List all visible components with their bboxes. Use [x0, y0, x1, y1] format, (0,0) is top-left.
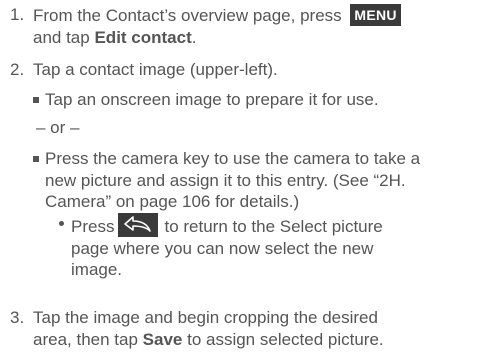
line: Camera” on page 106 for details.): [45, 192, 300, 211]
edit-contact-label: Edit contact: [94, 27, 192, 47]
sub-text: Tap an onscreen image to prepare it for …: [45, 90, 379, 109]
line: Press the camera key to use the camera t…: [45, 149, 421, 168]
instructions-page: 1. From the Contact’s overview page, pre…: [0, 0, 485, 364]
or-separator: – or –: [36, 118, 80, 137]
round-bullet-icon: [59, 221, 64, 226]
sub-text: Press the camera key to use the camera t…: [45, 148, 483, 213]
step-3: 3. Tap the image and begin cropping the …: [10, 307, 480, 350]
menu-key: MENU: [350, 4, 401, 26]
dot-item-back: Press to return to the Select picture pag…: [58, 213, 483, 281]
sub-item-onscreen-image: Tap an onscreen image to prepare it for …: [33, 89, 483, 111]
step-text-a: From the Contact’s overview page, press: [33, 6, 342, 25]
line: to assign selected picture.: [187, 329, 384, 349]
step-number: 3.: [10, 308, 25, 327]
square-bullet-icon: [33, 156, 39, 162]
save-label: Save: [142, 329, 183, 349]
step-text: Tap the image and begin cropping the des…: [33, 307, 480, 350]
step-number: 2.: [10, 60, 25, 79]
line: image.: [71, 260, 123, 279]
line: Press: [71, 217, 115, 236]
step-number: 1.: [10, 5, 25, 24]
line: Tap the image and begin cropping the des…: [33, 308, 378, 327]
step-text-c: .: [191, 27, 197, 47]
sub-item-camera: Press the camera key to use the camera t…: [33, 148, 483, 213]
dot-text: Press to return to the Select picture pag…: [71, 213, 483, 281]
step-1: 1. From the Contact’s overview page, pre…: [10, 4, 480, 48]
line: page where you can now select the new: [71, 238, 374, 258]
back-arrow-icon: [118, 213, 159, 237]
step-text: From the Contact’s overview page, press …: [33, 4, 480, 48]
line: to return to the Select picture: [164, 217, 383, 236]
line: new picture and assign it to this entry.…: [45, 170, 406, 190]
line: area, then tap: [33, 329, 138, 349]
step-2: 2. Tap a contact image (upper-left).: [10, 59, 480, 81]
square-bullet-icon: [33, 97, 39, 103]
step-text: Tap a contact image (upper-left).: [33, 60, 278, 79]
step-text-b: and tap: [33, 27, 90, 47]
